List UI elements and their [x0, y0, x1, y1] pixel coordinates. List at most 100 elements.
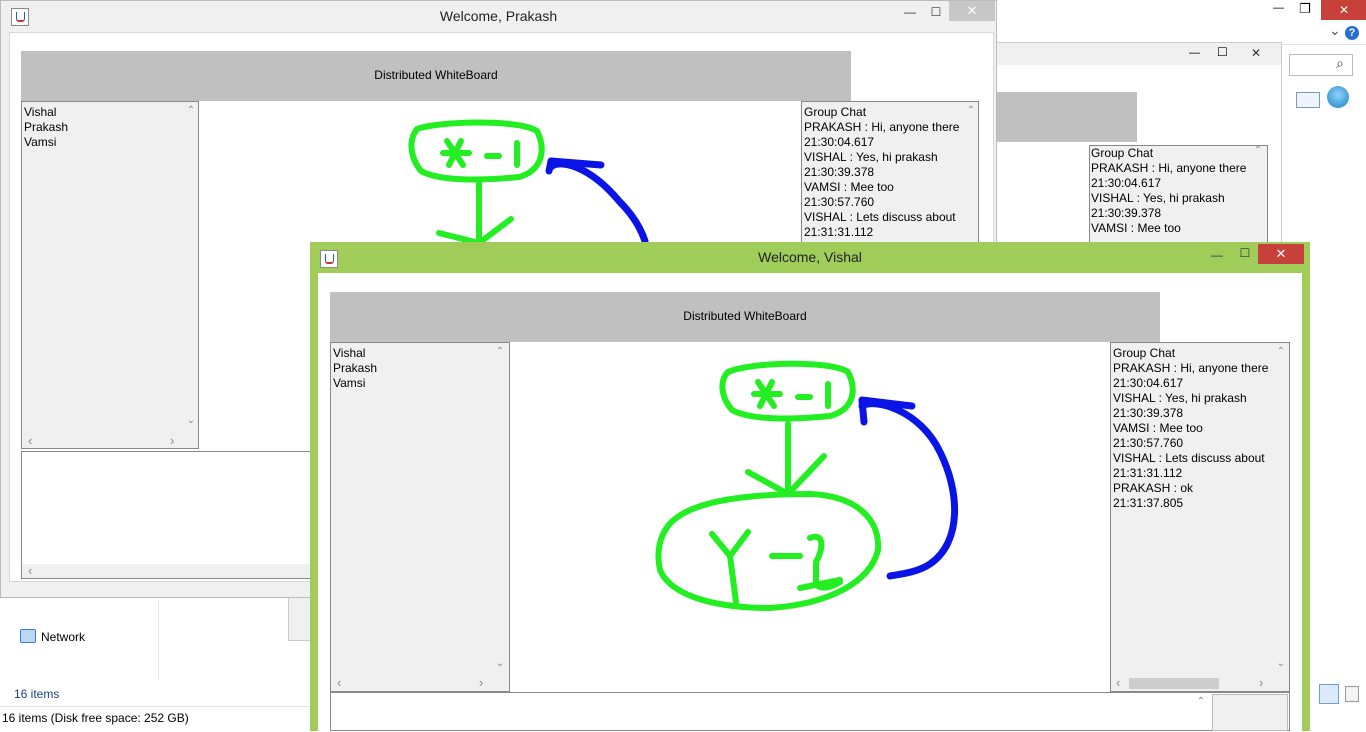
user-list-vscroll[interactable]: ⌃ ⌄	[184, 102, 198, 434]
minimize-button[interactable]: —	[899, 3, 921, 21]
chat-line: VISHAL : Yes, hi prakash	[1091, 191, 1225, 205]
user-list[interactable]: Vishal Prakash Vamsi ⌃ ⌄ ‹ ›	[330, 342, 510, 692]
green-stroke-top-oval	[719, 360, 856, 422]
chat-hscroll[interactable]: ‹ ›	[1111, 675, 1273, 691]
chat-line: 21:30:57.760	[804, 195, 875, 209]
items-count: 16 items	[14, 687, 60, 701]
scroll-up-icon[interactable]: ⌃	[964, 106, 978, 116]
maximize-button[interactable]: ☐	[1234, 244, 1256, 262]
scroll-right-icon[interactable]: ›	[1259, 676, 1263, 689]
scroll-right-icon[interactable]: ›	[170, 434, 174, 447]
chat-line: Group Chat	[1091, 146, 1154, 160]
whiteboard-window-middle: — ☐ ✕ Group Chat PRAKASH : Hi, anyone th…	[996, 42, 1282, 247]
chat-line: VAMSI : Mee too	[1113, 421, 1203, 435]
message-input-vscroll[interactable]: ⌃	[1193, 693, 1209, 731]
search-icon[interactable]: ⌕	[1336, 55, 1344, 72]
scroll-left-icon[interactable]: ‹	[28, 434, 32, 447]
chat-line: VAMSI : Mee too	[1091, 221, 1181, 235]
chat-vscroll[interactable]: ⌃	[964, 102, 978, 243]
chat-line: 21:31:31.112	[1113, 466, 1183, 480]
chat-line: 21:30:57.760	[1113, 436, 1184, 450]
scroll-up-icon[interactable]: ⌃	[1251, 146, 1265, 156]
user-list-vscroll[interactable]: ⌃ ⌄	[493, 343, 507, 675]
send-button[interactable]	[1212, 694, 1288, 731]
chat-line: PRAKASH : Hi, anyone there	[1113, 361, 1269, 375]
window-title: Welcome, Prakash	[439, 8, 558, 24]
user-list[interactable]: Vishal Prakash Vamsi ⌃ ⌄ ‹ ›	[21, 101, 199, 449]
user-item[interactable]: Vishal	[24, 105, 68, 120]
user-list-hscroll[interactable]: ‹ ›	[331, 676, 493, 690]
chat-line: VISHAL : Yes, hi prakash	[804, 150, 938, 164]
maximize-icon[interactable]: ☐	[1217, 45, 1228, 59]
close-button[interactable]: ✕	[949, 1, 995, 21]
scroll-down-icon[interactable]: ⌄	[493, 659, 507, 669]
scroll-left-icon[interactable]: ‹	[337, 676, 341, 689]
green-stroke-bottom-oval	[655, 491, 882, 611]
middle-chat-scrollbar[interactable]: ⌃	[1251, 146, 1265, 244]
scroll-up-icon[interactable]: ⌃	[493, 347, 507, 357]
explorer-close-button[interactable]: ✕	[1321, 0, 1366, 20]
green-stroke-star	[440, 138, 472, 168]
network-icon	[20, 629, 36, 643]
chat-line: 21:30:04.617	[1113, 376, 1184, 390]
user-item[interactable]: Vamsi	[333, 376, 377, 391]
help-icon[interactable]: ?	[1345, 26, 1359, 40]
scroll-down-icon[interactable]: ⌄	[1273, 659, 1289, 669]
green-stroke-oval	[408, 119, 545, 183]
blue-stroke-curve	[547, 160, 649, 244]
user-item[interactable]: Prakash	[333, 361, 377, 376]
restore-icon[interactable]: ❐	[1299, 1, 1311, 17]
chat-line: VISHAL : Lets discuss about	[1113, 451, 1265, 465]
drawing-canvas[interactable]	[510, 342, 1110, 692]
drawing-canvas[interactable]	[199, 101, 802, 244]
user-item[interactable]: Vamsi	[24, 135, 68, 150]
mail-icon[interactable]	[1296, 92, 1320, 108]
scroll-up-icon[interactable]: ⌃	[1273, 347, 1289, 357]
message-input-hscroll[interactable]: ‹	[22, 564, 312, 578]
scroll-up-icon[interactable]: ⌃	[184, 106, 198, 116]
chat-line: 21:30:39.378	[1091, 206, 1162, 220]
minimize-button[interactable]: —	[1206, 246, 1228, 264]
nav-network[interactable]: Network	[41, 630, 85, 644]
chat-line: PRAKASH : Hi, anyone there	[804, 120, 960, 134]
close-button[interactable]: ✕	[1258, 244, 1304, 264]
scroll-up-icon[interactable]: ⌃	[1193, 697, 1209, 707]
chat-hscroll-thumb[interactable]	[1129, 678, 1219, 689]
status-text: 16 items (Disk free space: 252 GB)	[2, 711, 189, 725]
user-item[interactable]: Prakash	[24, 120, 68, 135]
chat-line: 21:30:04.617	[804, 135, 875, 149]
user-item[interactable]: Vishal	[333, 346, 377, 361]
large-icons-view-icon[interactable]	[1345, 686, 1359, 702]
ribbon-chevron-icon[interactable]: ⌄	[1329, 22, 1341, 39]
green-stroke-arrow-head	[436, 216, 514, 244]
chat-line: VISHAL : Yes, hi prakash	[1113, 391, 1247, 405]
chat-line: 21:31:31.112	[804, 225, 874, 239]
message-input[interactable]: ⌃	[330, 692, 1290, 731]
minimize-icon[interactable]: —	[1273, 2, 1284, 14]
shell-icon[interactable]	[1327, 86, 1349, 108]
user-list-hscroll[interactable]: ‹ ›	[22, 434, 184, 448]
maximize-button[interactable]: ☐	[925, 3, 947, 21]
middle-chat-panel: Group Chat PRAKASH : Hi, anyone there 21…	[1089, 145, 1268, 247]
group-chat-panel: Group Chat PRAKASH : Hi, anyone there 21…	[1110, 342, 1290, 692]
chat-line: 21:30:39.378	[804, 165, 875, 179]
minimize-icon[interactable]: —	[1189, 47, 1200, 59]
scroll-down-icon[interactable]: ⌄	[184, 416, 198, 426]
scroll-left-icon[interactable]: ‹	[1116, 676, 1120, 689]
close-icon[interactable]: ✕	[1251, 46, 1261, 60]
scroll-right-icon[interactable]: ›	[479, 676, 483, 689]
header-bar: Distributed WhiteBoard	[21, 51, 851, 101]
chat-vscroll[interactable]: ⌃ ⌄	[1273, 343, 1289, 675]
chat-line: 21:30:04.617	[1091, 176, 1162, 190]
scroll-left-icon[interactable]: ‹	[28, 564, 32, 577]
group-chat-panel: Group Chat PRAKASH : Hi, anyone there 21…	[801, 101, 979, 244]
user-list-items: Vishal Prakash Vamsi	[24, 105, 68, 150]
chat-line: 21:31:37.805	[1113, 496, 1184, 510]
whiteboard-window-vishal: Welcome, Vishal — ☐ ✕ Distributed WhiteB…	[310, 242, 1310, 731]
chat-line: VISHAL : Lets discuss about	[804, 210, 956, 224]
middle-header-bar	[997, 92, 1137, 142]
message-input[interactable]: ‹	[21, 451, 313, 579]
window-title: Welcome, Vishal	[758, 249, 862, 265]
details-view-icon[interactable]	[1319, 684, 1339, 704]
explorer-pane-divider	[158, 600, 159, 680]
